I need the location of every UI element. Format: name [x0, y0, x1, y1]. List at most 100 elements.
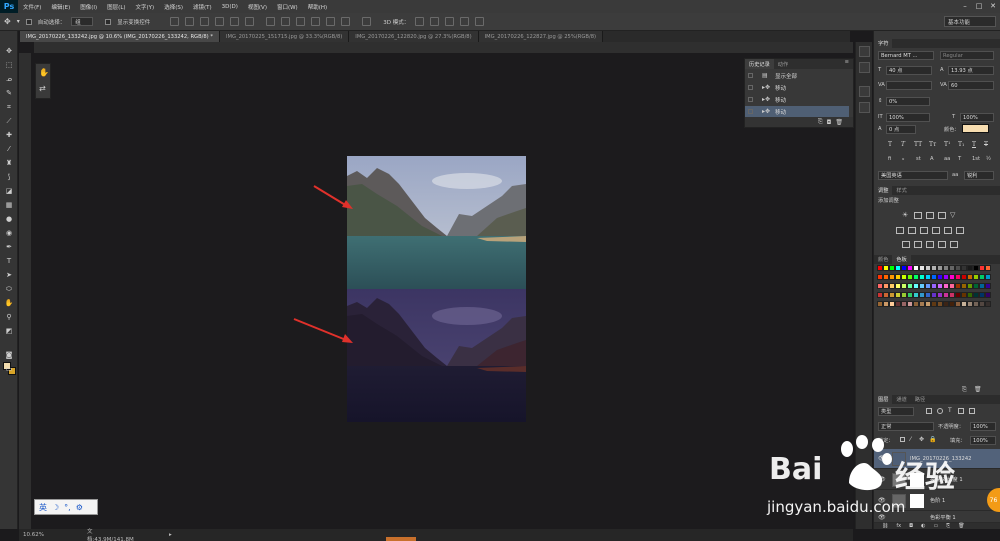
hand-tool-icon[interactable]: ✋ [4, 298, 14, 308]
opentype-ligature-icon[interactable]: fi [888, 156, 891, 162]
opacity-input[interactable]: 100% [970, 422, 996, 431]
moon-icon[interactable]: ☽ [52, 503, 59, 512]
black-white-icon[interactable] [920, 227, 928, 234]
marquee-tool-icon[interactable]: ⬚ [4, 60, 14, 70]
workspace-select[interactable]: 基本功能 [944, 16, 996, 27]
tracking-input[interactable]: 60 [948, 81, 994, 90]
quick-mask-icon[interactable]: ◙ [4, 350, 14, 360]
invert-icon[interactable] [902, 241, 910, 248]
close-icon[interactable]: ✕ [988, 1, 998, 11]
color-balance-icon[interactable] [908, 227, 916, 234]
trash-icon[interactable]: 🗑 [835, 119, 843, 126]
document-canvas[interactable] [347, 156, 526, 422]
faux-bold-icon[interactable]: T [888, 141, 894, 148]
opentype-swash-icon[interactable]: st [916, 156, 921, 162]
crop-tool-icon[interactable]: ⌗ [4, 102, 14, 112]
3d-slide-icon[interactable] [460, 17, 470, 26]
eyedropper-tool-icon[interactable]: ⟋ [4, 116, 14, 126]
move-tool-icon[interactable]: ✥ [4, 46, 14, 56]
menu-file[interactable]: 文件(F) [18, 3, 46, 11]
blur-tool-icon[interactable]: ● [4, 214, 14, 224]
doc-tab[interactable]: IMG_20170226_133242.jpg @ 10.6% (IMG_201… [20, 31, 220, 42]
healing-brush-tool-icon[interactable]: ✚ [4, 130, 14, 140]
align-vcenter-icon[interactable] [185, 17, 195, 26]
opentype-ordinals-icon[interactable]: T [958, 156, 961, 162]
auto-select-checkbox[interactable] [25, 18, 32, 25]
filter-shape-icon[interactable] [958, 408, 964, 414]
swatch[interactable] [985, 301, 991, 307]
horizontal-scale-input[interactable]: 100% [886, 113, 930, 122]
threshold-icon[interactable] [926, 241, 934, 248]
tab-swatches[interactable]: 色板 [892, 255, 911, 264]
tab-layers[interactable]: 图层 [874, 395, 893, 404]
layer-filter-select[interactable]: 类型 [878, 407, 914, 416]
history-item[interactable]: ▸✥ 移动 [745, 82, 849, 93]
maximize-icon[interactable]: □ [974, 1, 984, 11]
screen-mode-icon[interactable]: ▭ [4, 364, 14, 374]
hue-saturation-icon[interactable] [896, 227, 904, 234]
type-tool-icon[interactable]: T [4, 256, 14, 266]
menu-help[interactable]: 帮助(H) [303, 3, 332, 11]
opentype-stylistic-icon[interactable]: A [930, 156, 934, 162]
tab-color[interactable]: 颜色 [874, 255, 892, 264]
gear-icon[interactable]: ⚙ [76, 503, 83, 512]
distribute-bottom-icon[interactable] [296, 17, 306, 26]
3d-rotate-icon[interactable] [415, 17, 425, 26]
brightness-icon[interactable]: ☀ [902, 211, 908, 219]
percent-input[interactable]: 0% [886, 97, 930, 106]
color-lookup-icon[interactable] [956, 227, 964, 234]
blend-mode-select[interactable]: 正常 [878, 422, 934, 431]
zoom-level[interactable]: 10.62% [19, 532, 59, 538]
pen-tool-icon[interactable]: ✒ [4, 242, 14, 252]
paragraph-panel-icon[interactable] [859, 102, 870, 113]
tab-actions[interactable]: 动作 [774, 59, 792, 69]
filter-smart-icon[interactable] [969, 408, 975, 414]
properties-panel-icon[interactable] [859, 62, 870, 73]
history-item-selected[interactable]: ▸✥ 移动 [745, 106, 849, 117]
distribute-top-icon[interactable] [266, 17, 276, 26]
brush-tool-icon[interactable]: ⁄ [4, 144, 14, 154]
history-checkbox[interactable] [748, 109, 753, 114]
path-select-tool-icon[interactable]: ➤ [4, 270, 14, 280]
swatch[interactable] [985, 292, 991, 298]
curves-icon[interactable] [926, 212, 934, 219]
history-item[interactable]: ▤ 显示全部 [745, 70, 849, 81]
ime-language-toggle[interactable]: 英 [39, 502, 47, 513]
menu-3d[interactable]: 3D(D) [217, 4, 243, 10]
show-transform-checkbox[interactable] [105, 18, 112, 25]
menu-edit[interactable]: 编辑(E) [46, 3, 75, 11]
kerning-input[interactable] [886, 81, 932, 90]
stamp-tool-icon[interactable]: ♜ [4, 158, 14, 168]
swatch[interactable] [985, 283, 991, 289]
punctuation-icon[interactable]: °, [64, 503, 71, 512]
move-tool-icon[interactable]: ✥ [4, 17, 11, 26]
history-brush-tool-icon[interactable]: ⟆ [4, 172, 14, 182]
history-panel-icon[interactable] [859, 46, 870, 57]
3d-scale-icon[interactable] [475, 17, 485, 26]
doc-size[interactable]: 文档:43.9M/141.8M [59, 527, 139, 541]
font-size-input[interactable]: 40 点 [886, 66, 932, 75]
small-caps-icon[interactable]: Tт [929, 141, 936, 148]
rotate-view-icon[interactable]: ⇄ [39, 84, 46, 93]
all-caps-icon[interactable]: TT [914, 141, 922, 148]
status-menu-arrow-icon[interactable]: ▸ [169, 532, 172, 538]
history-checkbox[interactable] [748, 73, 753, 78]
selective-color-icon[interactable] [950, 241, 958, 248]
distribute-right-icon[interactable] [341, 17, 351, 26]
faux-italic-icon[interactable]: T [901, 141, 907, 148]
filter-adjust-icon[interactable] [937, 408, 943, 414]
character-panel-icon[interactable] [859, 86, 870, 97]
delete-swatch-icon[interactable]: 🗑 [974, 386, 982, 393]
distribute-vcenter-icon[interactable] [281, 17, 291, 26]
swatch[interactable] [985, 265, 991, 271]
tab-styles[interactable]: 样式 [892, 186, 910, 195]
levels-icon[interactable] [914, 212, 922, 219]
align-top-icon[interactable] [170, 17, 180, 26]
3d-pan-icon[interactable] [445, 17, 455, 26]
opentype-fractions-icon[interactable]: 1st [972, 156, 980, 162]
strikethrough-icon[interactable]: T [984, 141, 990, 148]
font-style-select[interactable]: Regular [940, 51, 994, 60]
vibrance-icon[interactable]: ▽ [950, 211, 955, 219]
photo-filter-icon[interactable] [932, 227, 940, 234]
tab-channels[interactable]: 通道 [892, 395, 910, 404]
